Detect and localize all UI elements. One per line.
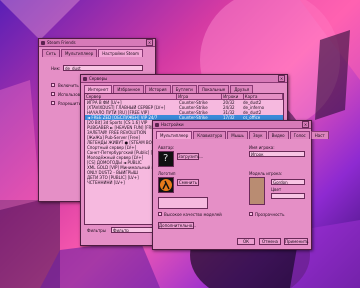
player-model-preview <box>249 177 265 205</box>
name-label: Ник: <box>51 66 61 71</box>
checkbox-ipv6[interactable] <box>51 83 55 87</box>
col-players[interactable]: Игроки <box>222 94 244 99</box>
col-server[interactable]: Сервер <box>85 94 178 99</box>
tab-network[interactable]: Сеть <box>42 49 60 57</box>
name-field[interactable]: de_dust <box>63 65 143 71</box>
tab-favorites[interactable]: Избранное <box>113 85 145 93</box>
logo-image <box>158 177 174 193</box>
tab-mouse[interactable]: Мышь <box>227 131 248 139</box>
title-bar[interactable]: Серверы × <box>81 75 287 83</box>
avatar-image: ? <box>158 151 174 167</box>
ok-button[interactable]: ОК <box>237 238 255 245</box>
window-title: Серверы <box>89 76 108 81</box>
checkbox-use[interactable] <box>51 92 55 96</box>
close-icon[interactable]: × <box>302 121 309 128</box>
tab-bootlegs[interactable]: Бутлеги <box>171 85 197 93</box>
tab-internet[interactable]: Интернет <box>84 85 113 93</box>
checkbox-allow[interactable] <box>51 101 55 105</box>
tab-bar: Интернет Избранное История Бутлеги Локал… <box>81 83 287 93</box>
tab-more[interactable]: Наст <box>310 131 329 139</box>
logo-label: Логотип <box>158 171 176 176</box>
option-allow-label: Разрешить <box>58 101 81 106</box>
col-game[interactable]: Игра <box>177 94 223 99</box>
tab-bar: Мультиплеер Клавиатура Мышь Звук Видео Г… <box>153 129 329 139</box>
apply-button[interactable]: Применить <box>284 238 309 245</box>
advanced-button[interactable]: Дополнительно... <box>158 222 196 229</box>
tab-history[interactable]: История <box>145 85 171 93</box>
close-icon[interactable]: × <box>146 39 153 46</box>
player-model-select[interactable]: Gordon <box>271 179 305 185</box>
change-logo-button[interactable]: Сменить <box>177 179 199 186</box>
tab-multiplayer[interactable]: Мультиплеер <box>156 131 193 139</box>
player-name-field[interactable]: Игрок <box>249 151 305 157</box>
lambda-logo-icon <box>160 179 172 191</box>
tab-audio[interactable]: Звук <box>248 131 267 139</box>
title-bar[interactable]: Настройки × <box>153 121 311 129</box>
tab-friends[interactable]: Друзья <box>230 85 254 93</box>
hi-quality-checkbox[interactable] <box>158 212 162 216</box>
color-field[interactable] <box>271 193 305 199</box>
avatar-label: Аватар: <box>158 145 175 150</box>
tab-voice[interactable]: Голос <box>289 131 310 139</box>
col-map[interactable]: Карта <box>244 94 283 99</box>
tab-lan[interactable]: Локальные <box>197 85 230 93</box>
hi-quality-label: Высокое качество моделей <box>164 212 222 217</box>
window-title: Настройки <box>161 122 184 127</box>
transparency-label: Прозрачность <box>255 212 285 217</box>
close-icon[interactable]: × <box>278 75 285 82</box>
tab-keyboard[interactable]: Клавиатура <box>193 131 227 139</box>
transparency-checkbox[interactable] <box>249 212 253 216</box>
question-mark-icon: ? <box>163 153 169 164</box>
upload-avatar-button[interactable]: Загрузить... <box>177 153 203 160</box>
player-name-label: Имя игрока: <box>249 145 275 150</box>
filter-label: Фильтры <box>87 228 106 233</box>
cancel-button[interactable]: Отмена <box>259 238 281 245</box>
tab-video[interactable]: Видео <box>267 131 289 139</box>
spray-preview <box>158 197 208 209</box>
tab-multiplayer[interactable]: Мультиплеер <box>60 49 98 57</box>
tab-steam-settings[interactable]: Настройки Steam <box>98 49 144 57</box>
settings-window: Настройки × Мультиплеер Клавиатура Мышь … <box>152 120 329 250</box>
color-label: Цвет <box>271 187 282 192</box>
title-bar[interactable]: Steam Friends × <box>39 39 155 47</box>
tab-bar: Сеть Мультиплеер Настройки Steam <box>39 47 155 57</box>
window-title: Steam Friends <box>47 40 76 45</box>
player-model-label: Модель игрока: <box>249 171 283 176</box>
